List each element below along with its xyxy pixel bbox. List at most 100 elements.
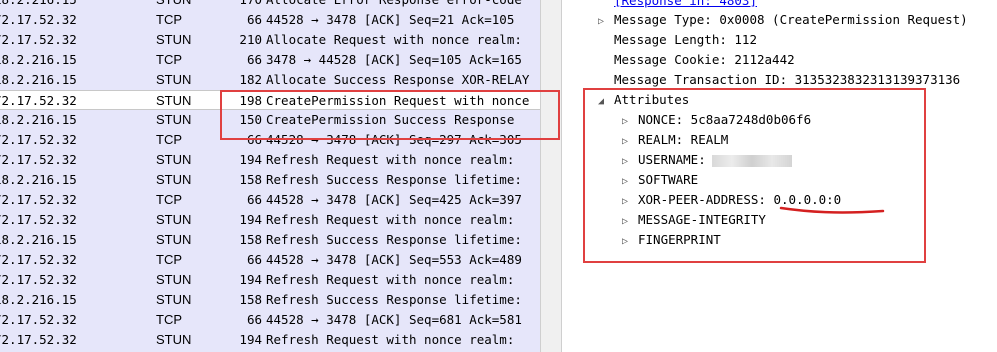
packet-length: 198 [239,93,262,108]
detail-attributes[interactable]: ◢ Attributes [594,90,689,110]
packet-info: Refresh Request with nonce realm: [266,212,515,227]
packet-protocol: STUN [156,93,192,108]
attribute-item[interactable]: ▷ SOFTWARE [618,170,698,190]
packet-list: 18.2.216.15 STUN 170 Allocate Error Respons… [0,0,540,352]
detail-message-cookie[interactable]: Message Cookie: 2112a442 [614,50,795,70]
packet-row[interactable]: 72.17.52.32 STUN 194 Refresh Request with n… [0,330,540,350]
detail-transaction-id[interactable]: Message Transaction ID: 3135323832313139… [614,70,960,90]
packet-info: Refresh Success Response lifetime: [266,232,522,247]
packet-source: 72.17.52.32 [0,32,77,47]
triangle-right-icon[interactable]: ▷ [618,132,632,152]
attribute-label: USERNAME: [638,152,706,167]
triangle-down-icon[interactable]: ◢ [594,92,608,112]
packet-row[interactable]: 72.17.52.32 STUN 194 Refresh Request with n… [0,270,540,290]
packet-length: 158 [239,292,262,307]
packet-row[interactable]: 18.2.216.15 TCP 66 3478 → 44528 [ACK] Seq=1… [0,50,540,70]
packet-info: Refresh Request with nonce realm: [266,272,515,287]
packet-source: 72.17.52.32 [0,272,77,287]
packet-info: CreatePermission Success Response [266,112,515,127]
detail-message-type[interactable]: ▷ Message Type: 0x0008 (CreatePermission … [594,10,968,30]
triangle-right-icon[interactable]: ▷ [618,232,632,252]
packet-row[interactable]: 18.2.216.15 STUN 158 Refresh Success Respon… [0,170,540,190]
message-length-text: Message Length: 112 [614,32,757,47]
packet-info: Refresh Success Response lifetime: [266,292,522,307]
packet-source: 72.17.52.32 [0,132,77,147]
triangle-right-icon[interactable]: ▷ [618,212,632,232]
packet-protocol: STUN [156,112,192,127]
transaction-id-text: Message Transaction ID: 3135323832313139… [614,72,961,87]
packet-protocol: TCP [156,12,182,27]
packet-row[interactable]: 18.2.216.15 STUN 170 Allocate Error Respons… [0,0,540,10]
packet-protocol: STUN [156,172,192,187]
packet-row[interactable]: 72.17.52.32 STUN 210 Allocate Request with … [0,30,540,50]
packet-source: 18.2.216.15 [0,112,77,127]
packet-row[interactable]: 72.17.52.32 TCP 66 44528 → 3478 [ACK] Seq=6… [0,310,540,330]
packet-protocol: STUN [156,232,192,247]
packet-row[interactable]: 72.17.52.32 TCP 66 44528 → 3478 [ACK] Seq=2… [0,130,540,150]
pane-divider[interactable] [540,0,562,352]
attribute-item[interactable]: ▷ MESSAGE-INTEGRITY [618,210,766,230]
packet-source: 18.2.216.15 [0,232,77,247]
packet-row[interactable]: 72.17.52.32 TCP 66 44528 → 3478 [ACK] Seq=4… [0,190,540,210]
attribute-item[interactable]: ▷ FINGERPRINT [618,230,721,250]
response-in-link[interactable]: [Response in: 4803] [614,0,757,8]
packet-row[interactable]: 72.17.52.32 TCP 66 44528 → 3478 [ACK] Seq=2… [0,10,540,30]
packet-row[interactable]: 18.2.216.15 STUN 158 Refresh Success Respon… [0,230,540,250]
packet-info: Allocate Request with nonce realm: [266,32,522,47]
packet-length: 182 [239,72,262,87]
packet-source: 72.17.52.32 [0,93,77,108]
packet-length: 66 [246,192,262,207]
packet-protocol: STUN [156,212,192,227]
packet-length: 194 [239,332,262,347]
attribute-label: MESSAGE-INTEGRITY [638,212,766,227]
packet-protocol: STUN [156,152,192,167]
packet-info: 44528 → 3478 [ACK] Seq=425 Ack=397 [266,192,522,207]
triangle-right-icon[interactable]: ▷ [618,192,632,212]
packet-length: 158 [239,172,262,187]
packet-protocol: STUN [156,0,191,10]
packet-row[interactable]: 72.17.52.32 STUN 198 CreatePermission Reque… [0,90,540,110]
triangle-right-icon[interactable]: ▷ [618,152,632,172]
packet-info: Refresh Request with nonce realm: [266,332,515,347]
packet-protocol: STUN [156,292,192,307]
triangle-right-icon[interactable]: ▷ [594,12,608,32]
packet-info: Refresh Request with nonce realm: [266,152,515,167]
attribute-label: FINGERPRINT [638,232,721,247]
packet-row[interactable]: 72.17.52.32 STUN 194 Refresh Request with n… [0,150,540,170]
packet-row[interactable]: 18.2.216.15 STUN 150 CreatePermission Succe… [0,110,540,130]
packet-protocol: STUN [156,332,192,347]
packet-info: CreatePermission Request with nonce [266,93,530,108]
redacted-username [711,154,792,167]
packet-info: 44528 → 3478 [ACK] Seq=21 Ack=105 [266,12,515,27]
attribute-item[interactable]: ▷ REALM: REALM [618,130,728,150]
attribute-item[interactable]: ▷ USERNAME: [618,150,792,170]
attributes-label: Attributes [614,92,690,107]
packet-length: 66 [246,252,262,267]
packet-protocol: STUN [156,72,192,87]
packet-source: 72.17.52.32 [0,332,77,347]
packet-length: 66 [246,132,262,147]
attribute-label: NONCE: 5c8aa7248d0b06f6 [638,112,812,127]
triangle-right-icon[interactable]: ▷ [618,172,632,192]
packet-length: 210 [239,32,262,47]
attribute-label: REALM: REALM [638,132,729,147]
packet-length: 66 [246,52,262,67]
packet-info: 44528 → 3478 [ACK] Seq=553 Ack=489 [266,252,522,267]
packet-protocol: STUN [156,272,192,287]
packet-row[interactable]: 18.2.216.15 STUN 158 Refresh Success Respon… [0,290,540,310]
triangle-right-icon[interactable]: ▷ [618,112,632,132]
packet-source: 18.2.216.15 [0,292,77,307]
packet-protocol: TCP [156,52,182,67]
packet-protocol: TCP [156,252,182,267]
packet-info: Allocate Error Response error-code [266,0,522,10]
attribute-item[interactable]: ▷ NONCE: 5c8aa7248d0b06f6 [618,110,811,130]
packet-row[interactable]: 72.17.52.32 TCP 66 44528 → 3478 [ACK] Seq=5… [0,250,540,270]
packet-details: [Response in: 4803] ▷ Message Type: 0x000… [562,0,997,352]
packet-source: 18.2.216.15 [0,172,77,187]
packet-length: 194 [239,152,262,167]
packet-source: 72.17.52.32 [0,192,77,207]
packet-row[interactable]: 18.2.216.15 STUN 182 Allocate Success Respo… [0,70,540,90]
detail-message-length[interactable]: Message Length: 112 [614,30,757,50]
packet-row[interactable]: 72.17.52.32 STUN 194 Refresh Request with n… [0,210,540,230]
packet-info: 44528 → 3478 [ACK] Seq=681 Ack=581 [266,312,522,327]
